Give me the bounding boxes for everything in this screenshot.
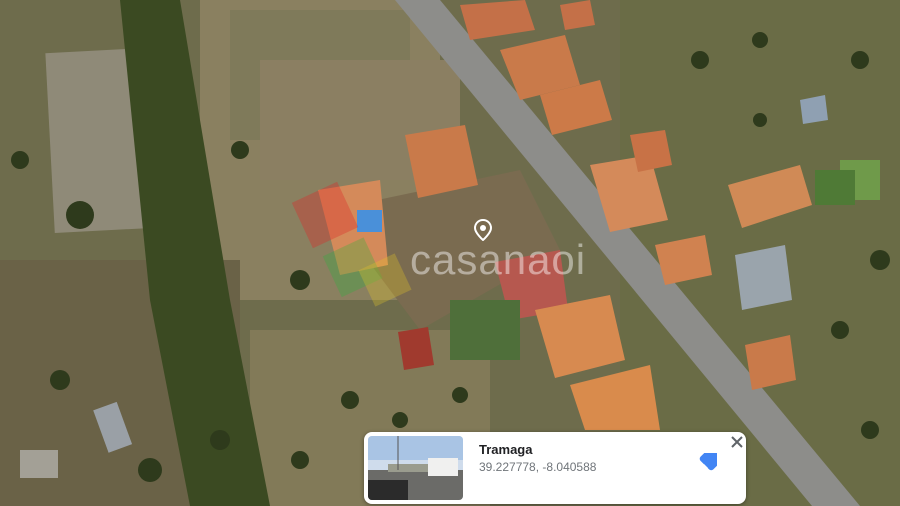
place-card[interactable]: Tramaga 39.227778, -8.040588 xyxy=(364,432,746,504)
directions-arrow-icon[interactable] xyxy=(687,453,717,483)
close-icon[interactable] xyxy=(729,434,745,450)
place-coordinates: 39.227778, -8.040588 xyxy=(479,460,597,474)
place-name: Tramaga xyxy=(479,442,533,457)
location-pin-icon[interactable] xyxy=(472,219,494,241)
street-view-thumbnail[interactable] xyxy=(368,436,463,500)
watermark-text: casanaoi xyxy=(410,236,587,283)
